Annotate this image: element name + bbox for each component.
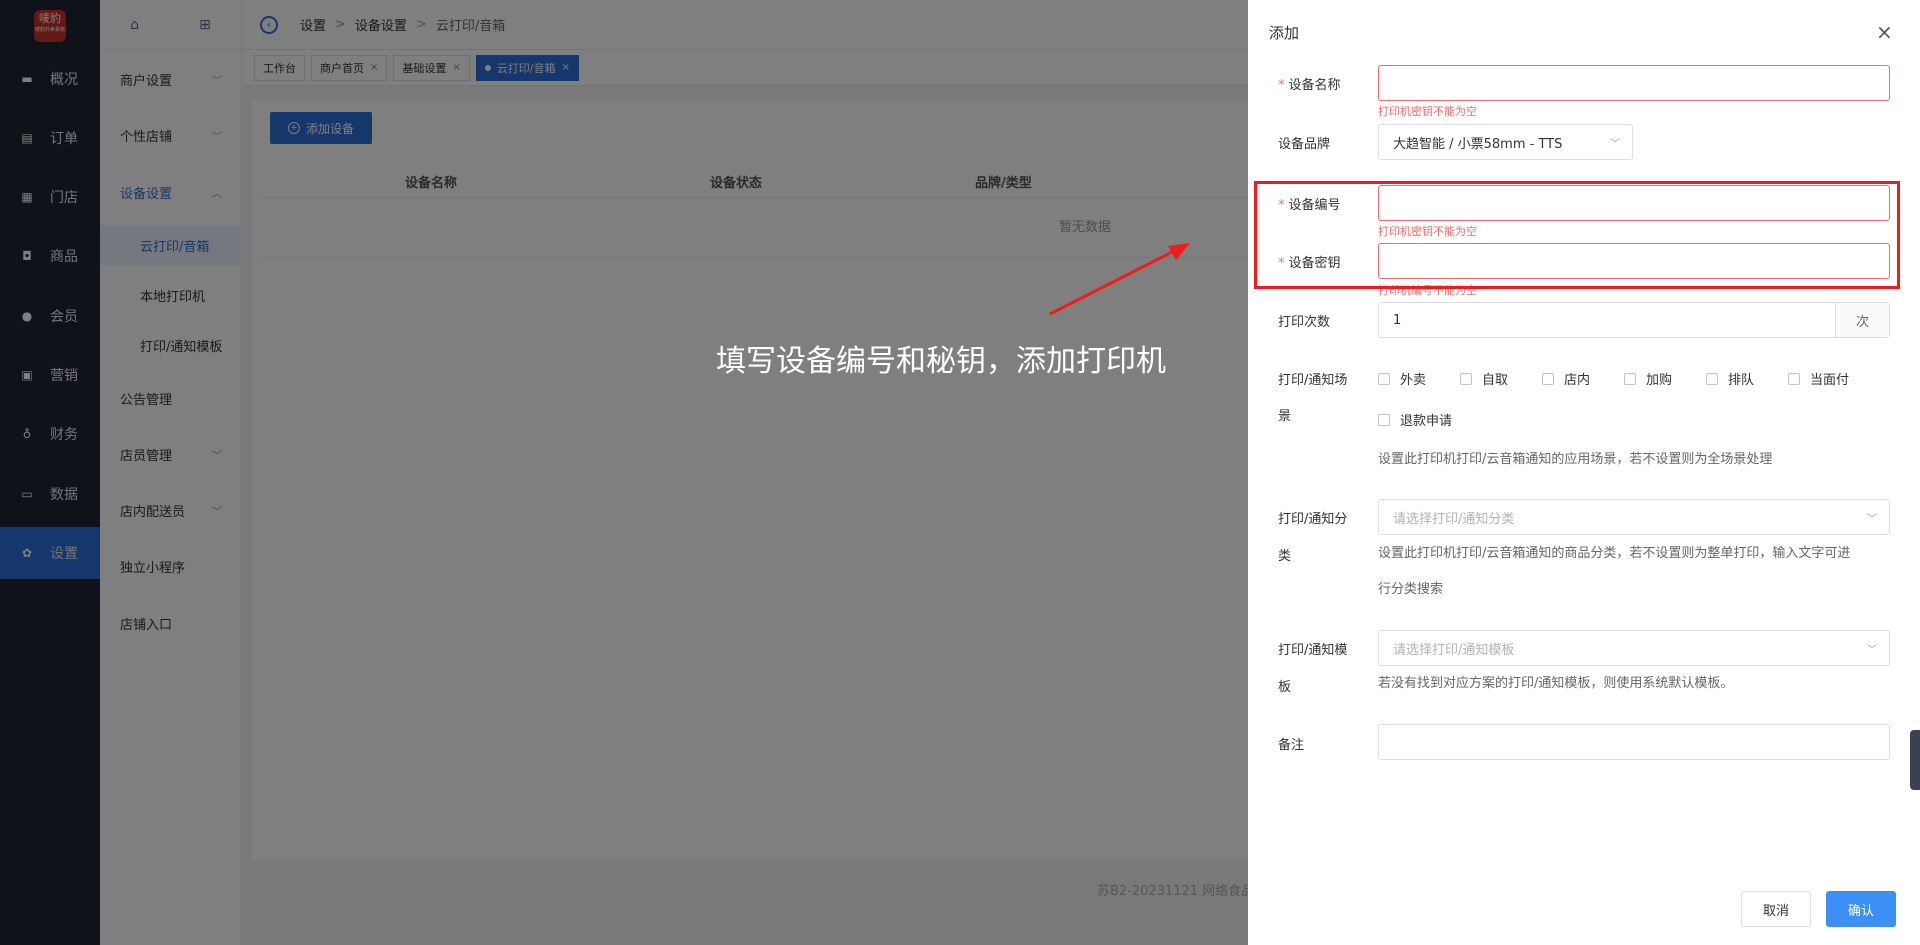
device-brand-label: 设备品牌 [1278,137,1331,152]
template-label-line2: 板 [1278,680,1292,695]
cancel-button[interactable]: 取消 [1741,891,1811,927]
scene-checkbox-dinein[interactable]: 店内 [1542,369,1590,388]
chevron-down-icon: ﹀ [1610,138,1620,150]
drawer-title: 添加 [1269,24,1300,42]
scene-label-line2: 景 [1278,409,1292,424]
floating-side-tab[interactable] [1910,730,1920,790]
chevron-down-icon: ﹀ [1867,513,1877,525]
device-brand-select[interactable]: 大趋智能 / 小票58mm - TTS ﹀ [1378,124,1633,160]
scene-checkbox-inperson[interactable]: 当面付 [1788,369,1849,388]
print-copies-input[interactable]: 1 次 [1378,302,1890,338]
annotation-caption: 填写设备编号和秘钥，添加打印机 [716,344,1166,379]
device-name-input[interactable] [1378,65,1890,101]
add-device-drawer: 添加 × * 设备名称 打印机密钥不能为空 设备品牌 大趋智能 / 小票58mm … [1248,0,1920,945]
template-hint: 若没有找到对应方案的打印/通知模板，则使用系统默认模板。 [1378,676,1734,691]
scene-hint: 设置此打印机打印/云音箱通知的应用场景，若不设置则为全场景处理 [1378,452,1773,467]
confirm-button[interactable]: 确认 [1826,891,1896,927]
scene-checkbox-refund[interactable]: 退款申请 [1378,410,1452,429]
scene-checkbox-queue[interactable]: 排队 [1706,369,1754,388]
scene-checkbox-pickup[interactable]: 自取 [1460,369,1508,388]
device-name-label: * 设备名称 [1278,78,1341,93]
close-icon[interactable]: × [1876,20,1893,44]
annotation-arrow-icon [1049,243,1190,316]
annotation-highlight-box [1254,181,1900,289]
chevron-down-icon: ﹀ [1867,644,1877,656]
category-label-line2: 类 [1278,549,1292,564]
template-label-line1: 打印/通知模 [1278,643,1348,658]
scene-checkbox-takeout[interactable]: 外卖 [1378,369,1426,388]
category-hint-line1: 设置此打印机打印/云音箱通知的商品分类，若不设置则为整单打印，输入文字可进 [1378,546,1851,561]
scene-label-line1: 打印/通知场 [1278,373,1348,388]
category-select[interactable]: 请选择打印/通知分类 ﹀ [1378,499,1890,535]
remark-label: 备注 [1278,738,1305,753]
scene-checkbox-addon[interactable]: 加购 [1624,369,1672,388]
device-name-error: 打印机密钥不能为空 [1378,105,1477,118]
print-copies-label: 打印次数 [1278,315,1331,330]
template-select[interactable]: 请选择打印/通知模板 ﹀ [1378,630,1890,666]
copies-unit: 次 [1835,303,1889,337]
category-hint-line2: 行分类搜索 [1378,582,1444,597]
category-label-line1: 打印/通知分 [1278,512,1348,527]
remark-input[interactable] [1378,724,1890,760]
